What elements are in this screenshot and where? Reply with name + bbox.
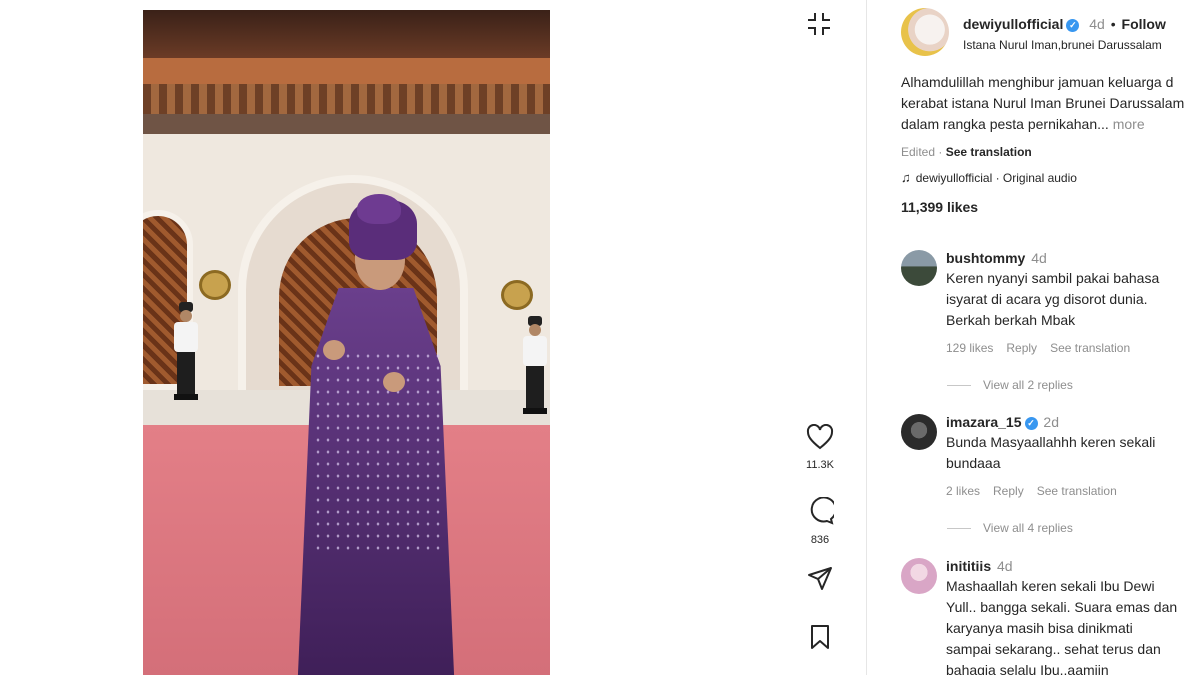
follow-button[interactable]: Follow <box>1122 16 1166 32</box>
post-time[interactable]: 4d <box>1089 16 1105 32</box>
like-count: 11.3K <box>806 459 834 471</box>
reply-button[interactable]: Reply <box>993 484 1024 498</box>
caption-line: Alhamdulillah menghibur jamuan keluarga … <box>901 74 1174 90</box>
view-replies-button[interactable]: View all 2 replies <box>947 378 1073 392</box>
post-panel: dewiyullofficial ✓ 4d • Follow Istana Nur… <box>867 0 1200 675</box>
video-beam <box>143 58 550 84</box>
video-wall-emblem <box>199 270 231 300</box>
reel-video[interactable] <box>143 10 550 675</box>
commenter-avatar[interactable] <box>901 558 937 594</box>
comment-text: Mashaallah keren sekali Ibu Dewi Yull.. … <box>946 576 1200 675</box>
likes-count[interactable]: 11,399 likes <box>901 199 978 215</box>
comment-count: 836 <box>810 534 830 546</box>
comment-line: Yull.. bangga sekali. Suara emas dan <box>946 599 1178 615</box>
send-icon <box>808 567 832 590</box>
post-header: dewiyullofficial ✓ 4d • Follow Istana Nur… <box>901 8 1200 56</box>
verified-icon: ✓ <box>1024 416 1038 430</box>
reply-button[interactable]: Reply <box>1006 341 1037 355</box>
commenter-username[interactable]: bushtommy <box>946 250 1025 266</box>
comment-line: Bunda Masyaallahhh keren sekali <box>946 434 1156 450</box>
comment-icon <box>810 496 837 525</box>
comment-time: 2d <box>1043 414 1059 430</box>
comment-text: Bunda Masyaallahhh keren sekali bundaaa <box>946 432 1200 474</box>
comment-see-translation[interactable]: See translation <box>1037 484 1117 498</box>
video-guard-right <box>520 316 550 414</box>
bookmark-icon <box>811 625 829 649</box>
commenter-username[interactable]: imazara_15 <box>946 414 1022 430</box>
music-note-icon: ♫ <box>901 170 911 185</box>
heart-icon <box>806 423 834 450</box>
comment-line: bahagia selalu Ibu..aamiin <box>946 662 1109 675</box>
caption-more-link[interactable]: more <box>1113 116 1145 132</box>
post-caption: Alhamdulillah menghibur jamuan keluarga … <box>901 72 1200 135</box>
comment-line: sampai sekarang.. sehat terus dan <box>946 641 1161 657</box>
comment-likes[interactable]: 2 likes <box>946 484 980 498</box>
comment-time: 4d <box>997 558 1013 574</box>
view-replies-label: View all 4 replies <box>983 521 1073 535</box>
comment-line: Keren nyanyi sambil pakai bahasa <box>946 270 1160 286</box>
video-underbeam <box>143 114 550 134</box>
comment-line: karyanya masih bisa dinikmati <box>946 620 1133 636</box>
comment-line: isyarat di acara yg disorot dunia. <box>946 291 1148 307</box>
view-replies-label: View all 2 replies <box>983 378 1073 392</box>
video-singer <box>273 194 473 675</box>
author-username[interactable]: dewiyullofficial <box>963 16 1063 32</box>
save-button[interactable] <box>800 624 840 655</box>
edited-separator: · <box>938 145 943 159</box>
replies-line <box>947 384 971 386</box>
video-guard-left <box>171 302 201 400</box>
comment-line: Mashaallah keren sekali Ibu Dewi <box>946 578 1155 594</box>
like-button[interactable]: 11.3K <box>800 423 840 471</box>
original-audio-link[interactable]: ♫ dewiyullofficial · Original audio <box>901 170 1077 185</box>
post-location[interactable]: Istana Nurul Iman,brunei Darussalam <box>963 38 1162 52</box>
verified-icon: ✓ <box>1066 18 1080 32</box>
collapse-icon[interactable] <box>804 9 834 39</box>
header-dot: • <box>1110 16 1116 32</box>
share-button[interactable] <box>800 566 840 597</box>
comment-time: 4d <box>1031 250 1047 266</box>
video-ceiling <box>143 10 550 58</box>
caption-line: dalam rangka pesta pernikahan... <box>901 116 1109 132</box>
comment-line: Berkah berkah Mbak <box>946 312 1076 328</box>
video-wall-emblem <box>501 280 533 310</box>
edited-row: Edited · See translation <box>901 145 1032 159</box>
video-frieze <box>143 84 550 114</box>
commenter-avatar[interactable] <box>901 250 937 286</box>
see-translation-link[interactable]: See translation <box>946 145 1032 159</box>
commenter-avatar[interactable] <box>901 414 937 450</box>
audio-label: dewiyullofficial · Original audio <box>915 170 1077 185</box>
comment-see-translation[interactable]: See translation <box>1050 341 1130 355</box>
comment-text: Keren nyanyi sambil pakai bahasa isyarat… <box>946 268 1200 331</box>
replies-line <box>947 527 971 529</box>
view-replies-button[interactable]: View all 4 replies <box>947 521 1073 535</box>
commenter-username[interactable]: inititiis <box>946 558 991 574</box>
comment-likes[interactable]: 129 likes <box>946 341 993 355</box>
comment-line: bundaaa <box>946 455 1001 471</box>
edited-label: Edited <box>901 145 936 159</box>
caption-line: kerabat istana Nurul Iman Brunei Darussa… <box>901 95 1185 111</box>
author-avatar[interactable] <box>901 8 949 56</box>
comment-button[interactable]: 836 <box>800 496 840 546</box>
